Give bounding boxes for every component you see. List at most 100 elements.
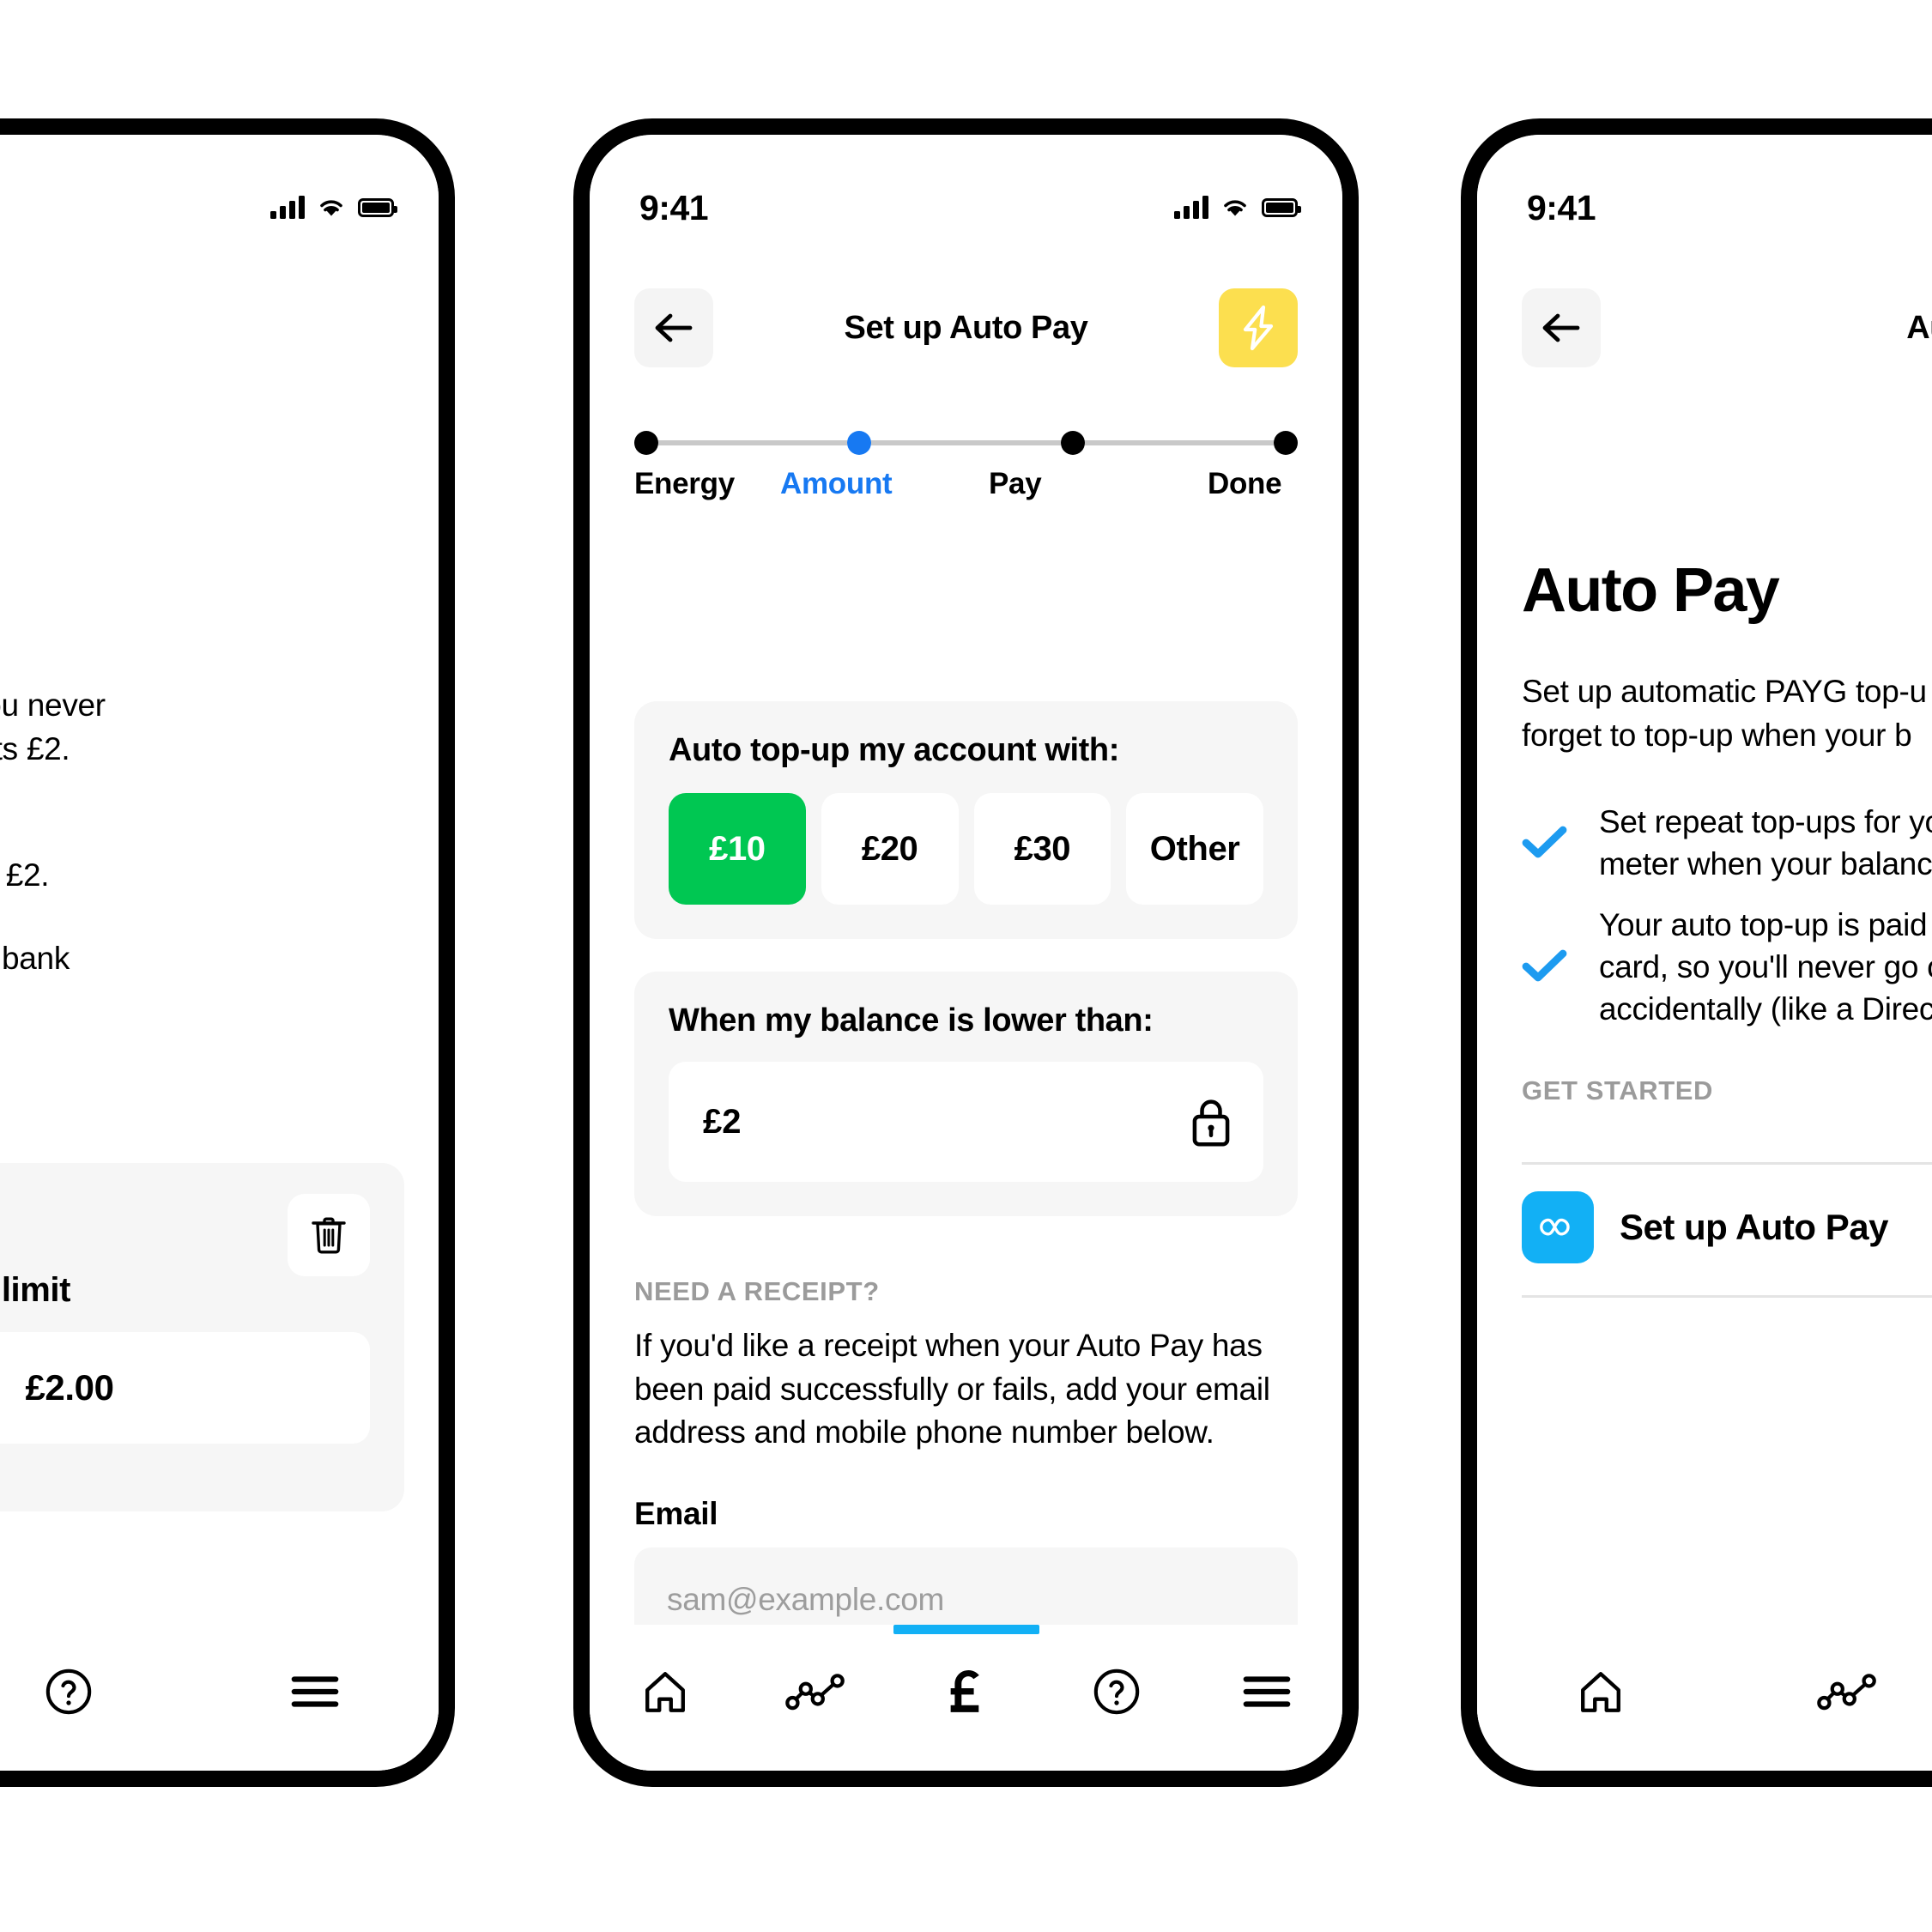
amount-option-10[interactable]: £10	[669, 793, 806, 905]
right-checklist: Set repeat top-ups for yo meter when you…	[1522, 802, 1932, 1030]
step-label-energy: Energy	[634, 467, 735, 500]
left-tabbar	[0, 1625, 439, 1771]
phone-left: Auto Pay c PAYG top-ups so you never whe…	[0, 118, 455, 1787]
amount-card: Auto top-up my account with: £10 £20 £30…	[634, 701, 1298, 939]
trash-icon	[312, 1217, 346, 1254]
tab-home[interactable]	[590, 1657, 740, 1726]
tab-usage[interactable]	[1723, 1657, 1932, 1726]
divider-bottom	[1522, 1295, 1932, 1298]
lightning-bolt-icon	[1243, 305, 1274, 351]
setup-auto-pay-row[interactable]: Set up Auto Pay	[1522, 1162, 1932, 1293]
receipt-paragraph: If you'd like a receipt when your Auto P…	[634, 1328, 1270, 1451]
checklist-item-text: Set repeat top-ups for yo meter when you…	[1599, 802, 1932, 886]
left-bullet-1-line-2: your balance reaches £2.	[0, 857, 50, 893]
back-button[interactable]	[1522, 288, 1601, 367]
setup-stepper: Energy Amount Pay Done	[634, 431, 1298, 501]
left-bullet-2-line-2: ll never go overdrawn	[0, 980, 439, 1024]
left-bullet-2-line-3: (like a Direct Debit).	[0, 1024, 439, 1068]
battery-icon	[358, 198, 397, 217]
threshold-card-title: When my balance is lower than:	[669, 1002, 1154, 1039]
right-nav-title: Auto Pay	[1906, 309, 1932, 346]
tab-usage[interactable]	[740, 1657, 890, 1726]
tab-menu[interactable]	[192, 1657, 439, 1726]
hamburger-menu-icon	[292, 1676, 339, 1707]
help-circle-icon	[1093, 1669, 1140, 1715]
get-started-label: GET STARTED	[1522, 1075, 1714, 1105]
wifi-icon	[1224, 200, 1246, 216]
left-navbar: Auto Pay	[0, 281, 439, 375]
center-status-time: 9:41	[639, 187, 709, 227]
threshold-value: £2	[703, 1102, 742, 1141]
stepper-line-3	[1084, 440, 1274, 445]
amount-option-other[interactable]: Other	[1126, 793, 1263, 905]
right-intro-line-2: forget to top-up when your b	[1522, 717, 1912, 753]
cellular-signal-icon	[1174, 196, 1208, 219]
left-status-icons	[270, 196, 397, 219]
center-tabbar	[590, 1625, 1342, 1771]
center-navbar: Set up Auto Pay	[590, 281, 1342, 375]
checklist-item: Your auto top-up is paid card, so you'll…	[1522, 905, 1932, 1030]
right-intro-line-1: Set up automatic PAYG top-u	[1522, 674, 1927, 709]
left-body-line-2: when your balance hits £2.	[0, 730, 70, 766]
receipt-eyebrow: NEED A RECEIPT?	[634, 1276, 880, 1306]
step-dot-amount[interactable]	[847, 431, 872, 455]
left-bullet-1-line-1: op-ups for your PAYG	[0, 810, 439, 854]
checklist-1-line-2: meter when your balance	[1599, 846, 1932, 882]
checklist-2-line-2: card, so you'll never go ov	[1599, 948, 1932, 984]
stepper-labels: Energy Amount Pay Done	[634, 467, 1298, 501]
infinity-icon	[1522, 1191, 1594, 1263]
step-label-amount: Amount	[780, 467, 893, 500]
threshold-card: When my balance is lower than: £2	[634, 972, 1298, 1216]
left-bullet-2-line-1: p-up is paid with your bank	[0, 940, 70, 976]
center-status-icons	[1174, 196, 1301, 219]
step-dot-pay[interactable]	[1060, 431, 1085, 455]
checklist-2-line-3: accidentally (like a Direct	[1599, 990, 1932, 1027]
tab-help[interactable]	[1041, 1657, 1191, 1726]
tab-help[interactable]	[0, 1657, 192, 1726]
credit-limit-value[interactable]: £2.00	[0, 1332, 370, 1444]
phone-right-screen: 9:41 Auto Pay Auto Pay Set up automatic …	[1477, 135, 1932, 1771]
phone-left-screen: Auto Pay c PAYG top-ups so you never whe…	[0, 135, 439, 1771]
hamburger-menu-icon	[1244, 1676, 1291, 1707]
amount-card-title: Auto top-up my account with:	[669, 732, 1119, 768]
email-label: Email	[634, 1496, 718, 1532]
threshold-input[interactable]: £2	[669, 1062, 1263, 1182]
back-arrow-icon	[655, 313, 693, 342]
right-status-bar: 9:41	[1477, 135, 1932, 238]
delete-button[interactable]	[288, 1194, 370, 1276]
credit-limit-label: Credit limit	[0, 1271, 71, 1309]
wifi-icon	[320, 200, 342, 216]
step-dot-energy[interactable]	[634, 431, 658, 455]
usage-graph-icon	[1817, 1674, 1876, 1711]
pound-icon	[950, 1669, 979, 1712]
checklist-1-line-1: Set repeat top-ups for yo	[1599, 804, 1932, 840]
center-status-bar: 9:41	[590, 135, 1342, 238]
back-button[interactable]	[634, 288, 713, 367]
tab-menu[interactable]	[1192, 1657, 1342, 1726]
left-status-bar	[0, 135, 439, 238]
left-body-copy: c PAYG top-ups so you never when your ba…	[0, 684, 439, 1068]
home-icon	[645, 1672, 685, 1712]
stepper-line-1	[658, 440, 848, 445]
tab-home[interactable]	[1477, 1657, 1723, 1726]
tab-active-indicator	[893, 1625, 1039, 1634]
home-icon	[1580, 1672, 1620, 1712]
check-icon	[1522, 825, 1572, 863]
checklist-2-line-1: Your auto top-up is paid	[1599, 907, 1928, 943]
step-label-done: Done	[1208, 467, 1282, 500]
lightning-action-button[interactable]	[1219, 288, 1298, 367]
amount-option-30[interactable]: £30	[973, 793, 1111, 905]
amount-option-20[interactable]: £20	[821, 793, 959, 905]
checklist-item: Set repeat top-ups for yo meter when you…	[1522, 802, 1932, 886]
stepper-track	[634, 431, 1298, 455]
step-dot-done[interactable]	[1273, 431, 1298, 455]
lock-icon	[1192, 1099, 1230, 1147]
phone-center-screen: 9:41 Set up Auto Pay Energy Amount Pay D…	[590, 135, 1342, 1771]
page-title: Auto Pay	[1522, 556, 1780, 625]
right-intro: Set up automatic PAYG top-u forget to to…	[1522, 670, 1932, 757]
phone-center: 9:41 Set up Auto Pay Energy Amount Pay D…	[573, 118, 1359, 1787]
back-arrow-icon	[1542, 313, 1580, 342]
screenshot-canvas: Auto Pay c PAYG top-ups so you never whe…	[0, 0, 1932, 1932]
tab-pound[interactable]	[891, 1625, 1041, 1726]
help-circle-icon	[45, 1669, 92, 1715]
